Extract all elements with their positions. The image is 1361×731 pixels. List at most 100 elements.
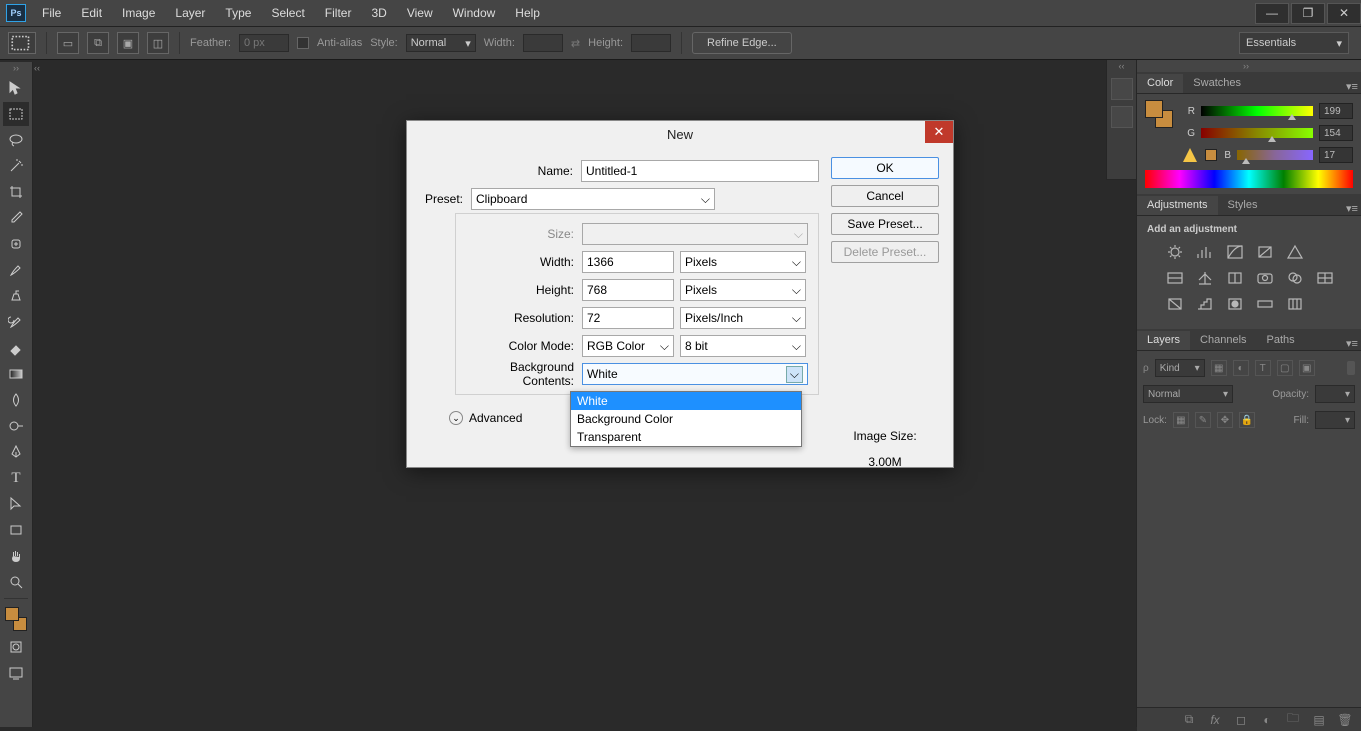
filter-shape-icon[interactable]: ▢ bbox=[1277, 360, 1293, 376]
fill-input[interactable]: ▾ bbox=[1315, 411, 1355, 429]
type-tool[interactable]: T bbox=[3, 466, 29, 490]
layer-mask-icon[interactable]: ◻ bbox=[1233, 712, 1249, 728]
opacity-input[interactable]: ▾ bbox=[1315, 385, 1355, 403]
dlg-height-input[interactable] bbox=[582, 279, 674, 301]
tool-preset-icon[interactable] bbox=[8, 32, 36, 54]
posterize-icon[interactable] bbox=[1195, 295, 1215, 313]
history-panel-icon[interactable] bbox=[1111, 78, 1133, 100]
workspace-select[interactable]: Essentials▾ bbox=[1239, 32, 1349, 54]
add-selection-icon[interactable]: ⧉ bbox=[87, 32, 109, 54]
curves-icon[interactable] bbox=[1225, 243, 1245, 261]
filter-adjustment-icon[interactable]: ◐ bbox=[1233, 360, 1249, 376]
subtract-selection-icon[interactable]: ▣ bbox=[117, 32, 139, 54]
tab-styles[interactable]: Styles bbox=[1218, 196, 1268, 215]
window-minimize-button[interactable]: — bbox=[1255, 3, 1289, 24]
bg-option-transparent[interactable]: Transparent bbox=[571, 428, 801, 446]
ok-button[interactable]: OK bbox=[831, 157, 939, 179]
foreground-background-color[interactable] bbox=[3, 605, 29, 633]
antialias-option[interactable]: Anti-alias bbox=[297, 37, 362, 49]
color-spectrum[interactable] bbox=[1145, 170, 1353, 188]
color-lookup-icon[interactable] bbox=[1315, 269, 1335, 287]
delete-layer-icon[interactable]: 🗑 bbox=[1337, 712, 1353, 728]
link-layers-icon[interactable]: ⧉ bbox=[1181, 712, 1197, 728]
menu-select[interactable]: Select bbox=[261, 2, 314, 24]
levels-icon[interactable] bbox=[1195, 243, 1215, 261]
history-brush-tool[interactable] bbox=[3, 310, 29, 334]
tab-color[interactable]: Color bbox=[1137, 74, 1183, 93]
menu-edit[interactable]: Edit bbox=[71, 2, 112, 24]
name-input[interactable] bbox=[581, 160, 819, 182]
hue-saturation-icon[interactable] bbox=[1165, 269, 1185, 287]
height-unit-select[interactable]: Pixels⌵ bbox=[680, 279, 806, 301]
lock-position-icon[interactable]: ✥ bbox=[1217, 412, 1233, 428]
g-value[interactable]: 154 bbox=[1319, 125, 1353, 141]
opt-width-input[interactable] bbox=[523, 34, 563, 52]
gradient-map-icon[interactable] bbox=[1255, 295, 1275, 313]
bg-contents-select[interactable]: White⌵ bbox=[582, 363, 808, 385]
invert-icon[interactable] bbox=[1165, 295, 1185, 313]
filter-pixel-icon[interactable]: ▦ bbox=[1211, 360, 1227, 376]
crop-tool[interactable] bbox=[3, 180, 29, 204]
feather-input[interactable] bbox=[239, 34, 289, 52]
refine-edge-button[interactable]: Refine Edge... bbox=[692, 32, 792, 54]
bit-depth-select[interactable]: 8 bit⌵ bbox=[680, 335, 806, 357]
lock-all-icon[interactable]: 🔒 bbox=[1239, 412, 1255, 428]
lock-transparency-icon[interactable]: ▦ bbox=[1173, 412, 1189, 428]
closest-color-swatch[interactable] bbox=[1205, 149, 1217, 161]
hand-tool[interactable] bbox=[3, 544, 29, 568]
layers-panel-menu-icon[interactable]: ▾≡ bbox=[1343, 337, 1361, 350]
window-close-button[interactable]: ✕ bbox=[1327, 3, 1361, 24]
gamut-warning-icon[interactable] bbox=[1183, 148, 1197, 162]
preset-select[interactable]: Clipboard⌵ bbox=[471, 188, 715, 210]
rail-collapse-icon[interactable]: ‹‹ bbox=[1107, 60, 1136, 72]
layer-style-icon[interactable]: fx bbox=[1207, 712, 1223, 728]
tab-swatches[interactable]: Swatches bbox=[1183, 74, 1251, 93]
menu-layer[interactable]: Layer bbox=[165, 2, 215, 24]
b-slider[interactable] bbox=[1237, 150, 1313, 160]
quick-mask-icon[interactable] bbox=[3, 635, 29, 659]
new-fill-layer-icon[interactable]: ◐ bbox=[1259, 712, 1275, 728]
r-value[interactable]: 199 bbox=[1319, 103, 1353, 119]
brush-tool[interactable] bbox=[3, 258, 29, 282]
zoom-tool[interactable] bbox=[3, 570, 29, 594]
width-unit-select[interactable]: Pixels⌵ bbox=[680, 251, 806, 273]
g-slider[interactable] bbox=[1201, 128, 1313, 138]
tab-adjustments[interactable]: Adjustments bbox=[1137, 196, 1218, 215]
dock-collapse-icon[interactable]: ›› bbox=[1137, 60, 1361, 72]
dlg-width-input[interactable] bbox=[582, 251, 674, 273]
threshold-icon[interactable] bbox=[1225, 295, 1245, 313]
gradient-tool[interactable] bbox=[3, 362, 29, 386]
menu-image[interactable]: Image bbox=[112, 2, 165, 24]
new-selection-icon[interactable]: ▭ bbox=[57, 32, 79, 54]
save-preset-button[interactable]: Save Preset... bbox=[831, 213, 939, 235]
eyedropper-tool[interactable] bbox=[3, 206, 29, 230]
channel-mixer-icon[interactable] bbox=[1285, 269, 1305, 287]
dialog-close-button[interactable]: ✕ bbox=[925, 121, 953, 143]
expand-tabs-icon[interactable]: ‹‹ bbox=[34, 62, 40, 74]
move-tool[interactable] bbox=[3, 76, 29, 100]
antialias-checkbox[interactable] bbox=[297, 37, 309, 49]
menu-3d[interactable]: 3D bbox=[361, 2, 396, 24]
menu-file[interactable]: File bbox=[32, 2, 71, 24]
photo-filter-icon[interactable] bbox=[1255, 269, 1275, 287]
menu-help[interactable]: Help bbox=[505, 2, 550, 24]
menu-type[interactable]: Type bbox=[215, 2, 261, 24]
swap-dimensions-icon[interactable]: ⇄ bbox=[571, 37, 580, 50]
menu-window[interactable]: Window bbox=[443, 2, 506, 24]
dodge-tool[interactable] bbox=[3, 414, 29, 438]
clone-stamp-tool[interactable] bbox=[3, 284, 29, 308]
layer-filter-kind[interactable]: Kind▾ bbox=[1155, 359, 1205, 377]
tab-paths[interactable]: Paths bbox=[1257, 331, 1305, 350]
tab-channels[interactable]: Channels bbox=[1190, 331, 1256, 350]
window-restore-button[interactable]: ❐ bbox=[1291, 3, 1325, 24]
new-group-icon[interactable]: 🗀 bbox=[1285, 712, 1301, 728]
style-select[interactable]: Normal▾ bbox=[406, 34, 476, 52]
filter-toggle[interactable] bbox=[1347, 361, 1355, 375]
rectangle-tool[interactable] bbox=[3, 518, 29, 542]
filter-smart-icon[interactable]: ▣ bbox=[1299, 360, 1315, 376]
filter-type-icon[interactable]: T bbox=[1255, 360, 1271, 376]
adjustments-panel-menu-icon[interactable]: ▾≡ bbox=[1343, 202, 1361, 215]
blur-tool[interactable] bbox=[3, 388, 29, 412]
lock-image-icon[interactable]: ✎ bbox=[1195, 412, 1211, 428]
magic-wand-tool[interactable] bbox=[3, 154, 29, 178]
